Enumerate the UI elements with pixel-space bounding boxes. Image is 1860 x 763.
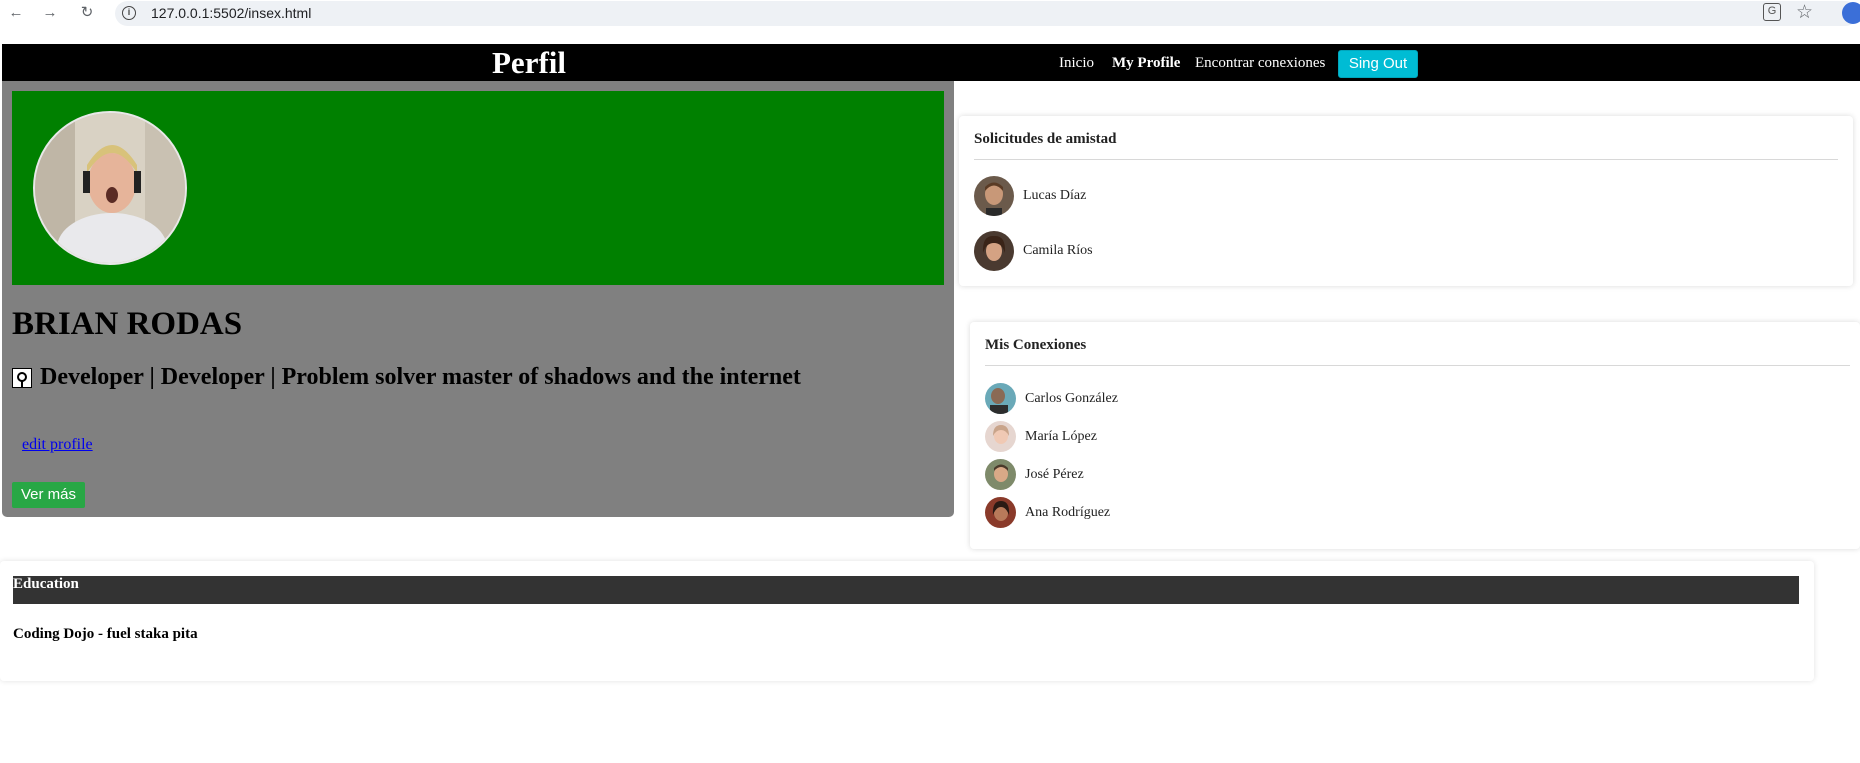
- profile-headline: Developer | Developer | Problem solver m…: [40, 364, 801, 390]
- education-card: Education Coding Dojo - fuel staka pita: [0, 561, 1814, 681]
- connection-item[interactable]: María López: [985, 421, 1097, 452]
- education-title: Education: [13, 576, 79, 592]
- avatar: [974, 231, 1014, 271]
- avatar: [985, 497, 1016, 528]
- friend-requests-card: Solicitudes de amistad Lucas Díaz Camila…: [959, 116, 1853, 286]
- browser-profile-avatar[interactable]: [1842, 2, 1860, 24]
- education-header: Education: [13, 576, 1799, 604]
- location-pin-icon: [12, 367, 32, 388]
- avatar: [974, 176, 1014, 216]
- avatar: [985, 421, 1016, 452]
- connections-card: Mis Conexiones Carlos González María Lóp…: [970, 322, 1860, 549]
- nav-link-inicio[interactable]: Inicio: [1059, 55, 1094, 72]
- profile-name: BRIAN RODAS: [12, 306, 243, 342]
- nav-link-my-profile[interactable]: My Profile: [1112, 55, 1180, 72]
- edit-profile-link[interactable]: edit profile: [22, 436, 93, 454]
- friend-request-item[interactable]: Camila Ríos: [974, 231, 1093, 271]
- connection-item[interactable]: Carlos González: [985, 383, 1118, 414]
- divider: [974, 159, 1838, 160]
- bookmark-star-icon[interactable]: ☆: [1796, 1, 1813, 24]
- friend-requests-title: Solicitudes de amistad: [974, 131, 1117, 147]
- sign-out-button[interactable]: Sing Out: [1338, 50, 1418, 78]
- connection-item[interactable]: José Pérez: [985, 459, 1084, 490]
- connection-name: José Pérez: [1025, 466, 1084, 482]
- profile-avatar: [33, 111, 187, 265]
- forward-icon[interactable]: →: [40, 3, 60, 23]
- education-entry: Coding Dojo - fuel staka pita: [13, 626, 198, 642]
- avatar: [985, 383, 1016, 414]
- connection-name: Carlos González: [1025, 390, 1118, 406]
- address-bar[interactable]: i 127.0.0.1:5502/insex.html: [115, 1, 1858, 26]
- page-brand: Perfil: [492, 45, 567, 80]
- profile-headline-row: Developer | Developer | Problem solver m…: [12, 364, 801, 391]
- connection-name: Ana Rodríguez: [1025, 504, 1111, 520]
- avatar: [985, 459, 1016, 490]
- friend-request-item[interactable]: Lucas Díaz: [974, 176, 1086, 216]
- reload-icon[interactable]: ↻: [77, 3, 97, 23]
- friend-request-name: Lucas Díaz: [1023, 188, 1087, 203]
- top-navbar: Perfil Inicio My Profile Encontrar conex…: [2, 44, 1860, 81]
- friend-request-name: Camila Ríos: [1023, 243, 1093, 258]
- ver-mas-button[interactable]: Ver más: [12, 482, 85, 508]
- profile-banner: [12, 91, 944, 285]
- profile-card: BRIAN RODAS Developer | Developer | Prob…: [2, 81, 954, 517]
- connections-title: Mis Conexiones: [985, 337, 1087, 353]
- back-icon[interactable]: ←: [6, 3, 26, 23]
- divider: [985, 365, 1850, 366]
- connection-item[interactable]: Ana Rodríguez: [985, 497, 1110, 528]
- connection-name: María López: [1025, 428, 1097, 444]
- translate-icon[interactable]: G: [1763, 3, 1781, 21]
- info-icon[interactable]: i: [122, 6, 136, 20]
- url-text[interactable]: 127.0.0.1:5502/insex.html: [151, 5, 311, 21]
- nav-link-encontrar-conexiones[interactable]: Encontrar conexiones: [1195, 55, 1325, 72]
- browser-toolbar: ← → ↻ i 127.0.0.1:5502/insex.html G ☆: [0, 0, 1860, 26]
